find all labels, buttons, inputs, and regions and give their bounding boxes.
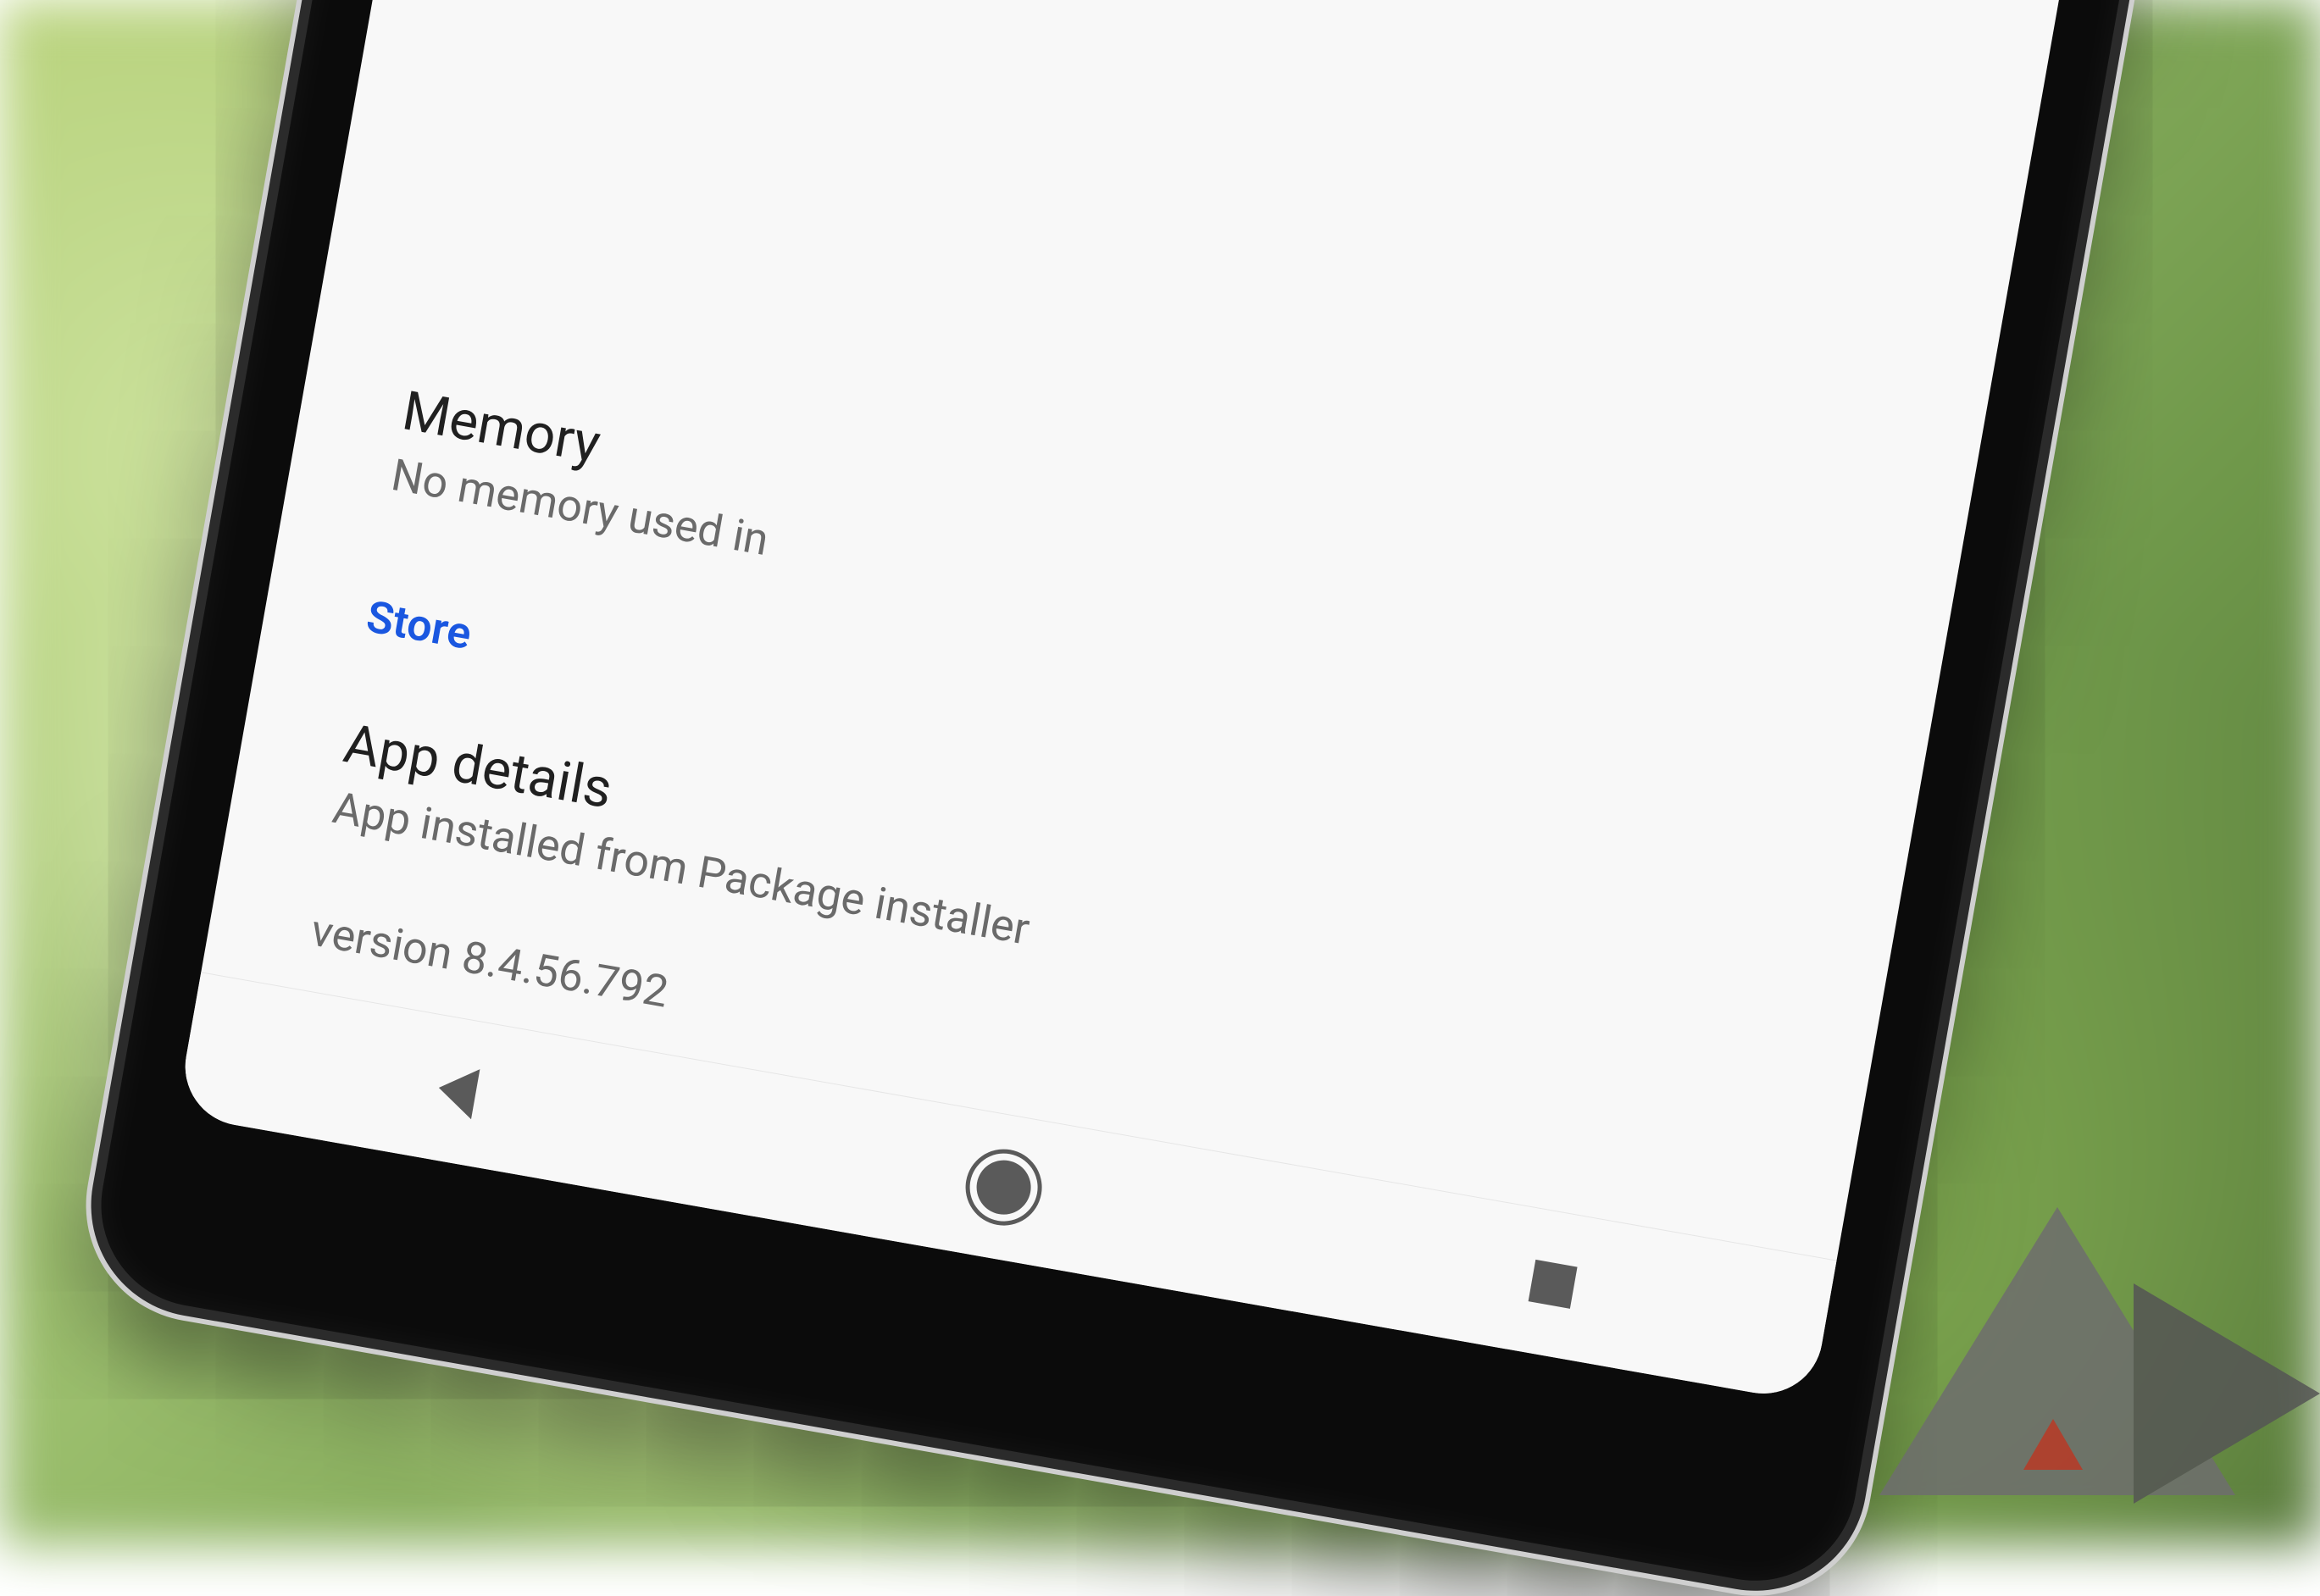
nav-home-icon[interactable] xyxy=(973,1155,1035,1218)
nav-back-icon[interactable] xyxy=(435,1062,480,1119)
phone-screen: Memory No memory used in Store App detai… xyxy=(176,0,2167,1403)
nav-recent-icon[interactable] xyxy=(1529,1259,1578,1308)
watermark-logo-icon xyxy=(1879,1182,2320,1546)
